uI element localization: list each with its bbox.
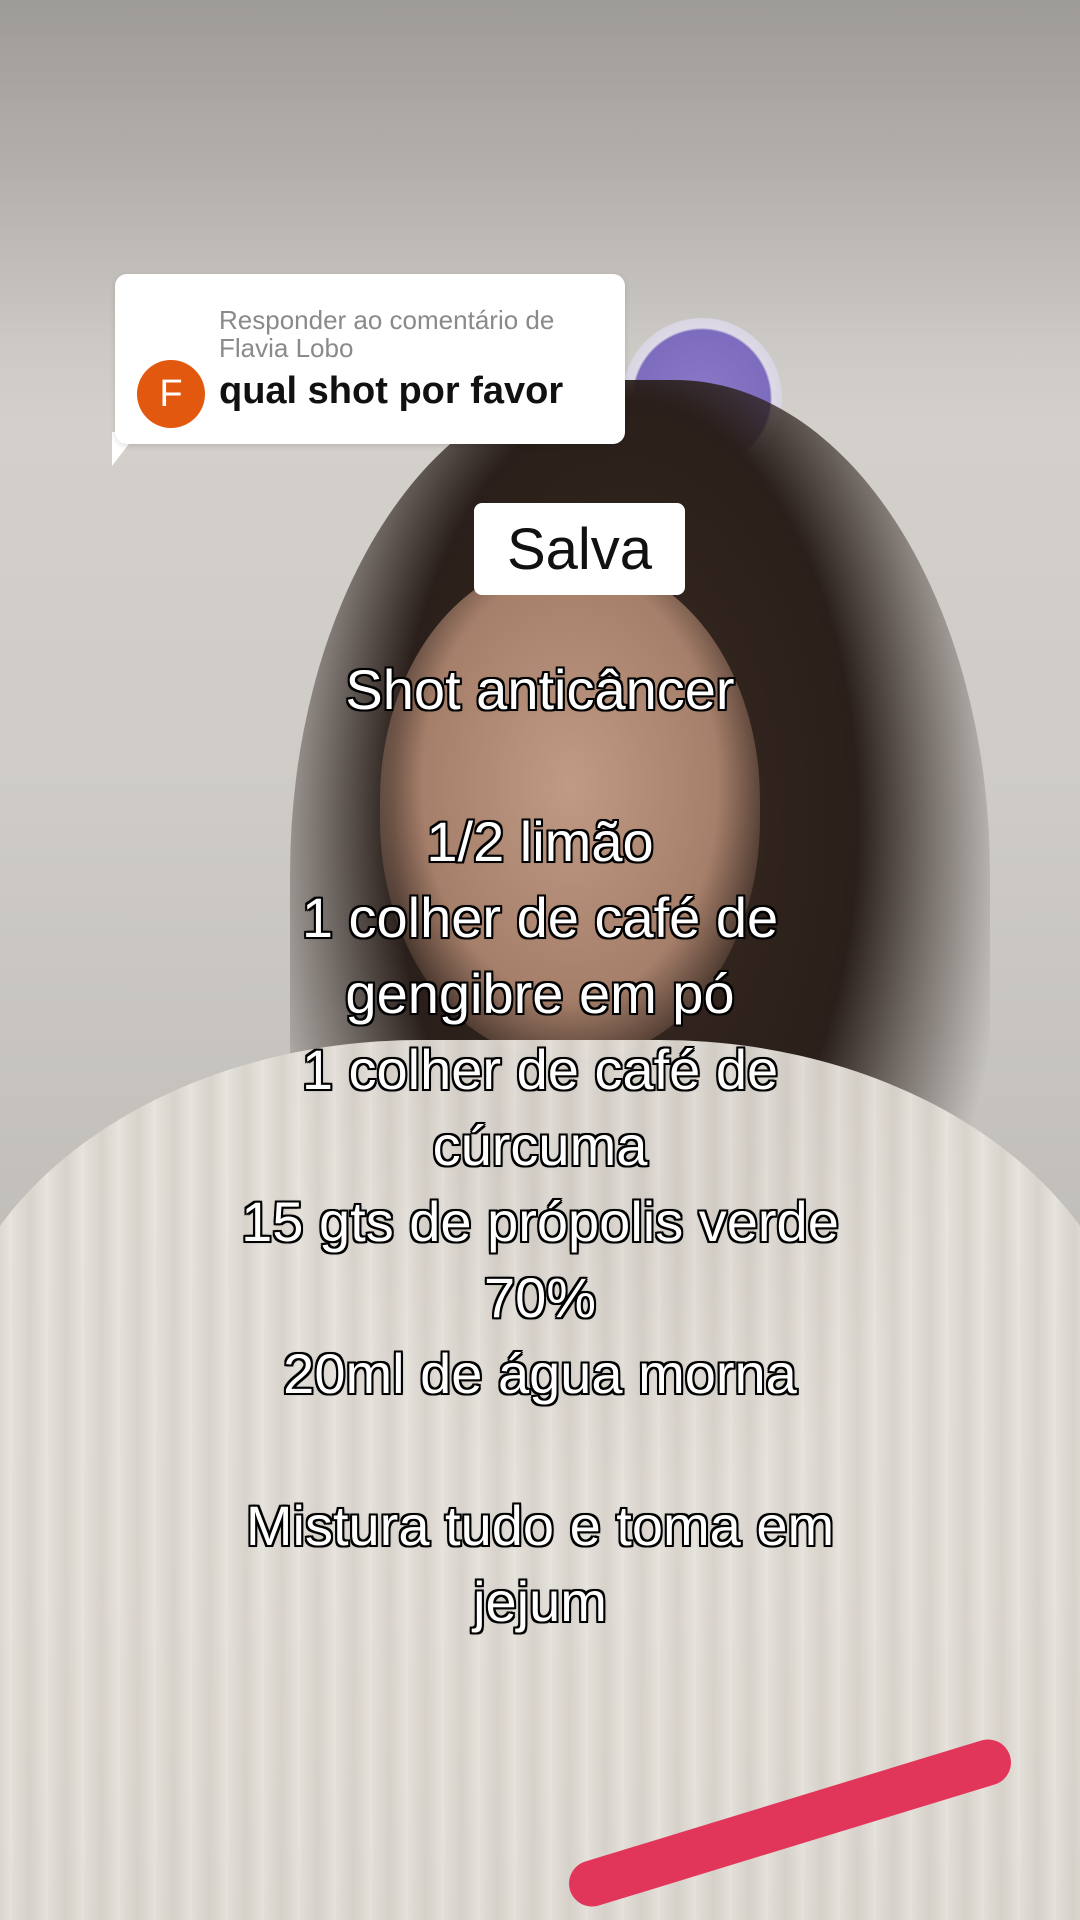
caption-line: 70% xyxy=(483,1266,597,1329)
caption-line: gengibre em pó xyxy=(345,962,735,1025)
avatar[interactable]: F xyxy=(137,360,205,428)
reply-comment-text: qual shot por favor xyxy=(219,370,564,412)
reply-meta-line: Responder ao comentário de xyxy=(219,305,555,335)
caption-line: cúrcuma xyxy=(432,1114,648,1177)
caption-line: 1 colher de café de xyxy=(301,1038,779,1101)
caption-line: 1/2 limão xyxy=(426,810,654,873)
caption-line: 1 colher de café de xyxy=(301,886,779,949)
commenter-name: Flavia Lobo xyxy=(219,333,354,363)
caption-line: 15 gts de própolis verde xyxy=(241,1190,839,1253)
reply-meta: Responder ao comentário de Flavia Lobo xyxy=(219,306,609,362)
caption-closing-line: Mistura tudo e toma em xyxy=(245,1494,835,1557)
caption-title: Shot anticâncer xyxy=(345,658,735,721)
reply-comment-card[interactable]: Responder ao comentário de Flavia Lobo F… xyxy=(115,274,625,444)
recipe-caption: Shot anticâncer 1/2 limão 1 colher de ca… xyxy=(140,652,940,1640)
caption-line: 20ml de água morna xyxy=(283,1342,797,1405)
save-label-text: Salva xyxy=(506,516,653,582)
caption-closing-line: jejum xyxy=(473,1570,607,1633)
save-label-sticker: Salva xyxy=(474,503,685,595)
